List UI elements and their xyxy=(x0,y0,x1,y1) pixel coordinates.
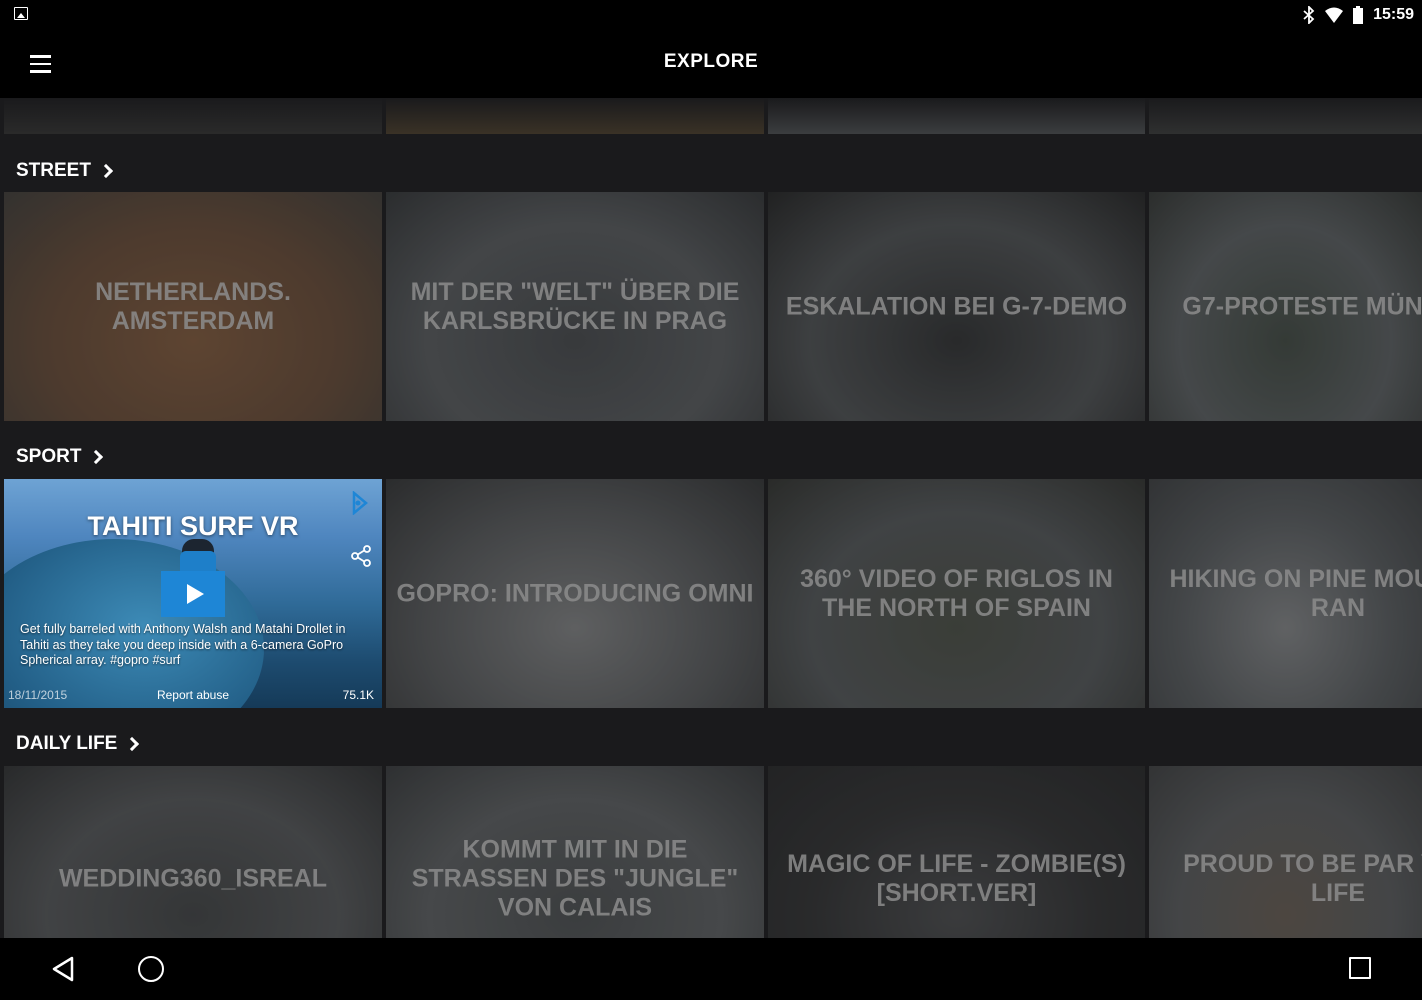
tile-overlay xyxy=(4,766,382,938)
strip-tile[interactable] xyxy=(4,98,382,134)
video-tile[interactable]: MIT DER "WELT" ÜBER DIE KARLSBRÜCKE IN P… xyxy=(386,192,764,421)
video-title: GOPRO: INTRODUCING OMNI xyxy=(396,579,754,607)
status-time: 15:59 xyxy=(1373,6,1414,23)
featured-footer: 18/11/2015 Report abuse 75.1K xyxy=(4,688,382,704)
section-title-label: SPORT xyxy=(16,446,82,467)
video-title: ESKALATION BEI G-7-DEMO xyxy=(785,292,1128,320)
strip-tile[interactable] xyxy=(1149,98,1422,134)
video-tile[interactable]: MAGIC OF LIFE - ZOMBIE(S) [SHORT.VER] xyxy=(768,766,1145,938)
section-title-label: STREET xyxy=(16,160,91,181)
wifi-icon xyxy=(1325,7,1344,23)
video-tile[interactable]: HIKING ON PINE MOUNTAIN RAN xyxy=(1149,479,1422,708)
vr-360-icon[interactable] xyxy=(348,491,372,515)
video-tile[interactable]: ESKALATION BEI G-7-DEMO xyxy=(768,192,1145,421)
play-icon xyxy=(186,584,204,604)
street-row: NETHERLANDS. AMSTERDAM MIT DER "WELT" ÜB… xyxy=(0,192,1422,421)
featured-title: TAHITI SURF VR xyxy=(87,511,299,541)
view-count: 75.1K xyxy=(342,688,374,702)
video-title: PROUD TO BE PAR YOUR LIFE xyxy=(1183,850,1422,907)
status-right: 15:59 xyxy=(1303,4,1414,26)
section-title-street[interactable]: STREET xyxy=(16,160,114,182)
section-title-daily-life[interactable]: DAILY LIFE xyxy=(16,733,140,755)
gallery-notification-icon xyxy=(14,7,28,20)
video-tile[interactable]: PROUD TO BE PAR YOUR LIFE xyxy=(1149,766,1422,938)
strip-tile[interactable] xyxy=(386,98,764,134)
featured-description: Get fully barreled with Anthony Walsh an… xyxy=(20,622,346,667)
video-tile[interactable]: GOPRO: INTRODUCING OMNI xyxy=(386,479,764,708)
sport-row: TAHITI SURF VR Get fully barreled with A… xyxy=(0,479,1422,708)
chevron-right-icon xyxy=(125,736,140,752)
featured-video-tile[interactable]: TAHITI SURF VR Get fully barreled with A… xyxy=(4,479,382,708)
system-nav-bar xyxy=(0,938,1422,1000)
video-tile[interactable]: WEDDING360_ISREAL xyxy=(4,766,382,938)
report-abuse-link[interactable]: Report abuse xyxy=(4,688,382,702)
home-icon[interactable] xyxy=(138,956,164,982)
section-title-sport[interactable]: SPORT xyxy=(16,446,104,468)
video-tile[interactable]: KOMMT MIT IN DIE STRASSEN DES "JUNGLE" V… xyxy=(386,766,764,938)
share-icon[interactable] xyxy=(350,545,372,567)
video-title: 360° VIDEO OF RIGLOS IN THE NORTH OF SPA… xyxy=(800,564,1113,622)
app-bar: EXPLORE xyxy=(0,30,1422,98)
strip-tile[interactable] xyxy=(768,98,1145,134)
previous-row-strip xyxy=(0,98,1422,134)
battery-icon xyxy=(1353,6,1364,24)
back-icon[interactable] xyxy=(50,956,76,982)
chevron-right-icon xyxy=(89,449,104,465)
page-title: EXPLORE xyxy=(663,51,759,72)
chevron-right-icon xyxy=(98,163,114,179)
video-title: HIKING ON PINE MOUNTAIN RAN xyxy=(1169,564,1422,622)
video-title: KOMMT MIT IN DIE STRASSEN DES "JUNGLE" V… xyxy=(411,835,739,922)
daily-life-row: WEDDING360_ISREAL KOMMT MIT IN DIE STRAS… xyxy=(0,766,1422,938)
explore-content[interactable]: STREET NETHERLANDS. AMSTERDAM MIT DER "W… xyxy=(0,98,1422,938)
status-bar: 15:59 xyxy=(0,0,1422,30)
section-title-label: DAILY LIFE xyxy=(16,733,118,754)
video-title: WEDDING360_ISREAL xyxy=(58,864,328,893)
recents-icon[interactable] xyxy=(1349,957,1371,979)
video-title: G7-PROTESTE MÜNCHEN xyxy=(1182,292,1422,320)
video-title: NETHERLANDS. AMSTERDAM xyxy=(95,277,291,335)
video-tile[interactable]: G7-PROTESTE MÜNCHEN xyxy=(1149,192,1422,421)
video-title: MAGIC OF LIFE - ZOMBIE(S) [SHORT.VER] xyxy=(787,850,1126,907)
video-tile[interactable]: 360° VIDEO OF RIGLOS IN THE NORTH OF SPA… xyxy=(768,479,1145,708)
video-tile[interactable]: NETHERLANDS. AMSTERDAM xyxy=(4,192,382,421)
video-title: MIT DER "WELT" ÜBER DIE KARLSBRÜCKE IN P… xyxy=(410,277,740,335)
play-button[interactable] xyxy=(161,571,225,617)
bluetooth-icon xyxy=(1303,6,1315,24)
